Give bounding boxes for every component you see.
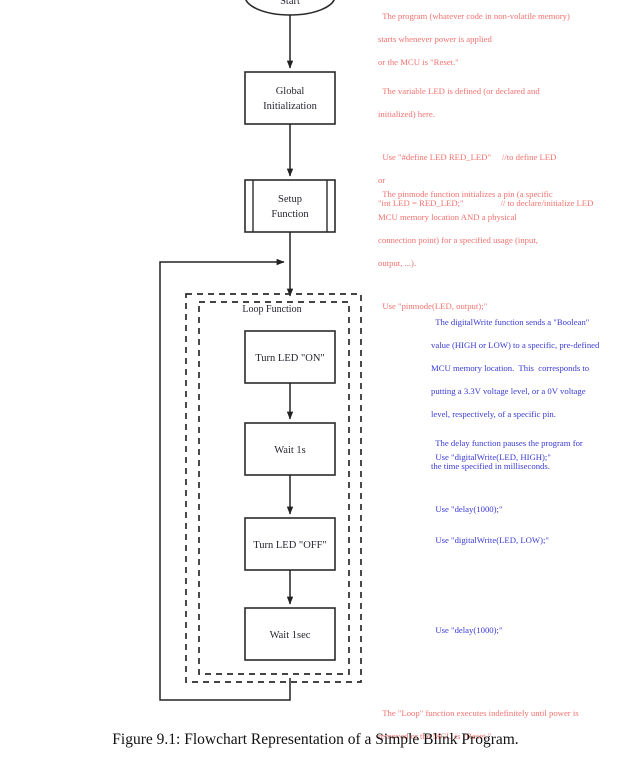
node-start-label: Start [280,0,300,7]
annotation-dwh-line5: level, respectively, of a specific pin. [431,409,556,420]
node-wait-1s[interactable]: Wait 1s [244,422,336,476]
annotation-start-line3: or the MCU is "Reset." [378,57,459,68]
figure-caption: Figure 9.1: Flowchart Representation of … [112,731,519,748]
annotation-setup-line4: output, ...). [378,258,417,269]
annotation-spacer [431,484,583,492]
annotation-delay1-line4: Use "delay(1000);" [435,503,503,514]
annotation-start: The program (whatever code in non-volati… [378,0,570,69]
node-turn-led-off[interactable]: Turn LED "OFF" [244,517,336,571]
node-setup-function-label-line1: Setup [278,194,302,205]
annotation-start-line1: The program (whatever code in non-volati… [382,11,570,22]
node-setup-function-label-line2: Function [271,209,309,220]
annotation-spacer [378,132,593,140]
annotation-global-init-line1: The variable LED is defined (or declared… [382,86,540,97]
node-wait-1s-label: Wait 1s [274,445,306,456]
node-global-init-label-line1: Global [276,86,305,97]
annotation-setup-line2: MCU memory location AND a physical [378,212,517,223]
node-turn-led-on[interactable]: Turn LED "ON" [244,330,336,384]
annotation-global-init-line2: initialized) here. [378,109,435,120]
node-wait-1sec[interactable]: Wait 1sec [244,607,336,661]
annotation-delay-second: Use "delay(1000);" [431,614,503,637]
annotation-dwl-line1: Use "digitalWrite(LED, LOW);" [435,535,549,546]
annotation-digital-write-low: Use "digitalWrite(LED, LOW);" [431,524,549,547]
loop-group-label: Loop Function [242,304,301,315]
annotation-delay1-line1: The delay function pauses the program fo… [435,438,583,449]
annotation-spacer [378,281,553,289]
annotation-setup-line3: connection point) for a specified usage … [378,235,538,246]
annotation-setup: The pinmode function initializes a pin (… [378,178,553,312]
annotation-setup-line1: The pinmode function initializes a pin (… [382,189,553,200]
annotation-delay1-line2: the time specified in milliseconds. [431,461,550,472]
node-turn-led-on-label: Turn LED "ON" [255,353,324,364]
node-global-init-label-line2: Initialization [263,101,317,112]
node-setup-function[interactable]: Setup Function [244,179,336,233]
annotation-start-line2: starts whenever power is applied [378,34,492,45]
annotation-global-init-line4: Use "#define LED RED_LED" //to define LE… [382,151,557,162]
node-wait-1sec-label: Wait 1sec [270,630,311,641]
annotation-delay-first: The delay function pauses the program fo… [431,427,583,515]
node-global-init[interactable]: Global Initialization [244,71,336,125]
annotation-dwh-line4: putting a 3.3V voltage level, or a 0V vo… [431,386,586,397]
annotation-delay2-line1: Use "delay(1000);" [435,625,503,636]
annotation-dwh-line1: The digitalWrite function sends a "Boole… [435,317,590,328]
annotation-dwh-line3: MCU memory location. This corresponds to [431,363,590,374]
node-start[interactable]: Start [245,0,335,16]
node-turn-led-off-label: Turn LED "OFF" [253,540,327,551]
annotation-loop-note-line1: The "Loop" function executes indefinitel… [382,708,579,719]
annotation-dwh-line2: value (HIGH or LOW) to a specific, pre-d… [431,340,600,351]
